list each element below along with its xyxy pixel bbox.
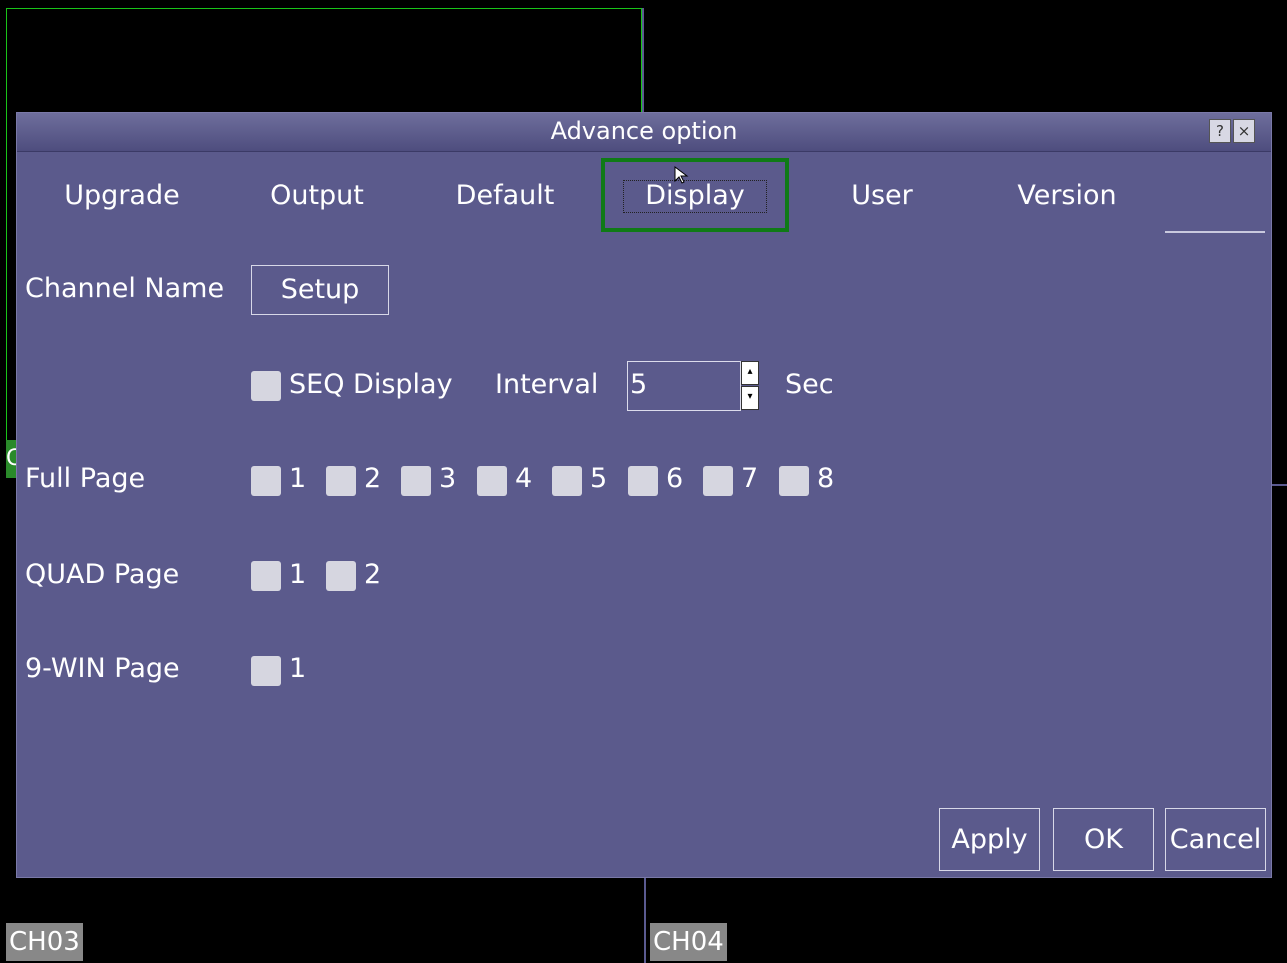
full-page-option-5: 5 <box>590 463 608 494</box>
full-page-option-1: 1 <box>289 463 307 494</box>
grid-divider-vertical <box>644 878 646 963</box>
channel-label-ch04: CH04 <box>650 923 727 961</box>
mouse-cursor-icon <box>674 166 689 184</box>
advance-option-dialog: Advance option ? × Upgrade Output Defaul… <box>16 112 1272 878</box>
interval-up-button[interactable]: ▴ <box>741 361 759 385</box>
interval-unit-label: Sec <box>785 369 834 400</box>
win9-page-checkbox-1[interactable] <box>251 656 281 686</box>
tab-default[interactable]: Default <box>445 171 565 221</box>
dialog-title: Advance option <box>550 117 738 145</box>
quad-page-option-1: 1 <box>289 559 307 590</box>
full-page-option-4: 4 <box>515 463 533 494</box>
dialog-titlebar[interactable]: Advance option ? × <box>17 113 1271 152</box>
full-page-option-3: 3 <box>439 463 457 494</box>
tab-version[interactable]: Version <box>1007 171 1127 221</box>
tab-upgrade[interactable]: Upgrade <box>57 171 187 221</box>
cancel-button[interactable]: Cancel <box>1165 808 1266 871</box>
quad-page-option-2: 2 <box>364 559 382 590</box>
full-page-checkbox-6[interactable] <box>628 466 658 496</box>
full-page-checkbox-4[interactable] <box>477 466 507 496</box>
interval-down-button[interactable]: ▾ <box>741 386 759 410</box>
tab-bar-underline <box>1165 231 1265 233</box>
ok-button[interactable]: OK <box>1053 808 1154 871</box>
full-page-checkbox-8[interactable] <box>779 466 809 496</box>
close-icon[interactable]: × <box>1233 119 1255 143</box>
interval-input[interactable]: 5 <box>627 361 741 411</box>
channel-name-label: Channel Name <box>25 273 225 304</box>
tab-display[interactable]: Display <box>623 171 767 221</box>
full-page-checkbox-5[interactable] <box>552 466 582 496</box>
quad-page-checkbox-2[interactable] <box>326 561 356 591</box>
seq-display-checkbox[interactable] <box>251 371 281 401</box>
grid-divider-horizontal <box>1272 484 1287 486</box>
full-page-option-8: 8 <box>817 463 835 494</box>
full-page-checkbox-2[interactable] <box>326 466 356 496</box>
full-page-checkbox-7[interactable] <box>703 466 733 496</box>
full-page-option-6: 6 <box>666 463 684 494</box>
win9-page-option-1: 1 <box>289 653 307 684</box>
quad-page-label: QUAD Page <box>25 559 180 590</box>
apply-button[interactable]: Apply <box>939 808 1040 871</box>
full-page-checkbox-1[interactable] <box>251 466 281 496</box>
full-page-option-2: 2 <box>364 463 382 494</box>
help-icon[interactable]: ? <box>1209 119 1231 143</box>
full-page-checkbox-3[interactable] <box>401 466 431 496</box>
full-page-label: Full Page <box>25 463 146 494</box>
grid-divider-vertical-top <box>642 8 644 112</box>
channel-name-setup-button[interactable]: Setup <box>251 265 389 315</box>
seq-display-label: SEQ Display <box>289 369 453 400</box>
quad-page-checkbox-1[interactable] <box>251 561 281 591</box>
interval-label: Interval <box>495 369 599 400</box>
full-page-option-7: 7 <box>741 463 759 494</box>
channel-label-ch03: CH03 <box>6 923 83 961</box>
tab-output[interactable]: Output <box>257 171 377 221</box>
tab-user[interactable]: User <box>837 171 927 221</box>
win9-page-label: 9-WIN Page <box>25 653 180 684</box>
